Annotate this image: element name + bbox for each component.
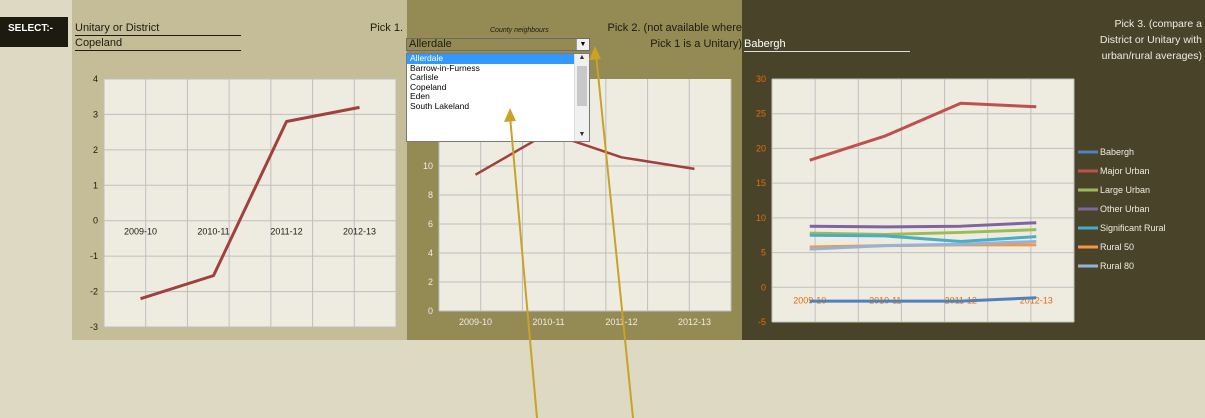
annotation-arrows [504, 46, 634, 418]
arrow-line-1 [509, 115, 538, 418]
arrow-head-1 [504, 108, 516, 122]
arrow-line-2 [595, 53, 634, 418]
arrow-head-2 [589, 46, 601, 60]
